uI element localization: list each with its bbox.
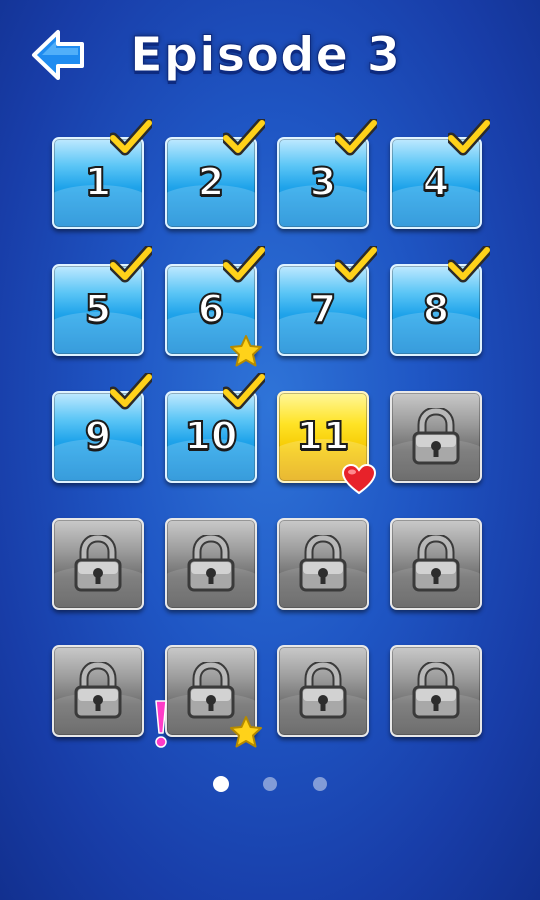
checkmark-icon [332, 117, 380, 157]
level-tile-6[interactable]: 6 [165, 244, 268, 367]
checkmark-icon [220, 371, 268, 411]
level-number: 3 [309, 159, 337, 205]
star-icon [229, 715, 263, 749]
level-tile-10[interactable]: 10 [165, 371, 268, 483]
level-tile-locked[interactable] [155, 645, 262, 748]
level-tile-7[interactable]: 7 [277, 244, 380, 356]
checkmark-icon [107, 244, 155, 284]
level-grid: 1 2 3 4 5 6 7 8 9 10 11 [52, 117, 493, 748]
page-dot-3[interactable] [313, 777, 327, 791]
heart-icon [341, 463, 377, 495]
level-number: 8 [422, 286, 450, 332]
level-tile-locked[interactable] [390, 518, 482, 610]
level-number: 4 [422, 159, 450, 205]
checkmark-icon [107, 117, 155, 157]
lock-icon [73, 660, 123, 720]
level-number: 2 [197, 159, 225, 205]
level-number: 5 [84, 286, 112, 332]
level-tile-locked[interactable] [165, 518, 257, 610]
back-button[interactable] [30, 26, 88, 84]
lock-icon [186, 660, 236, 720]
level-tile-4[interactable]: 4 [390, 117, 493, 229]
page-title: Episode 3 [130, 27, 402, 84]
level-tile-9[interactable]: 9 [52, 371, 155, 483]
exclamation-icon [152, 699, 170, 749]
level-tile-locked[interactable] [52, 645, 144, 737]
level-tile-locked[interactable] [390, 391, 482, 483]
checkmark-icon [445, 117, 493, 157]
level-tile-5[interactable]: 5 [52, 244, 155, 356]
level-number: 1 [84, 159, 112, 205]
level-number: 11 [296, 413, 351, 459]
checkmark-icon [220, 244, 268, 284]
page-indicator [0, 775, 540, 795]
checkmark-icon [220, 117, 268, 157]
level-number: 9 [84, 413, 112, 459]
level-tile-2[interactable]: 2 [165, 117, 268, 229]
level-tile-11[interactable]: 11 [277, 391, 377, 495]
lock-icon [186, 533, 236, 593]
level-tile-8[interactable]: 8 [390, 244, 493, 356]
level-number: 6 [197, 286, 225, 332]
level-tile-locked[interactable] [277, 645, 369, 737]
lock-icon [411, 660, 461, 720]
page-dot-1[interactable] [213, 776, 229, 792]
checkmark-icon [445, 244, 493, 284]
lock-icon [298, 660, 348, 720]
level-number: 10 [184, 413, 239, 459]
checkmark-icon [107, 371, 155, 411]
level-tile-1[interactable]: 1 [52, 117, 155, 229]
level-number: 7 [309, 286, 337, 332]
level-tile-locked[interactable] [390, 645, 482, 737]
star-icon [229, 334, 263, 368]
level-tile-3[interactable]: 3 [277, 117, 380, 229]
page-dot-2[interactable] [263, 777, 277, 791]
lock-icon [411, 533, 461, 593]
lock-icon [73, 533, 123, 593]
left-arrow-icon [32, 30, 84, 80]
checkmark-icon [332, 244, 380, 284]
lock-icon [298, 533, 348, 593]
level-tile-locked[interactable] [277, 518, 369, 610]
level-tile-locked[interactable] [52, 518, 144, 610]
lock-icon [411, 406, 461, 466]
